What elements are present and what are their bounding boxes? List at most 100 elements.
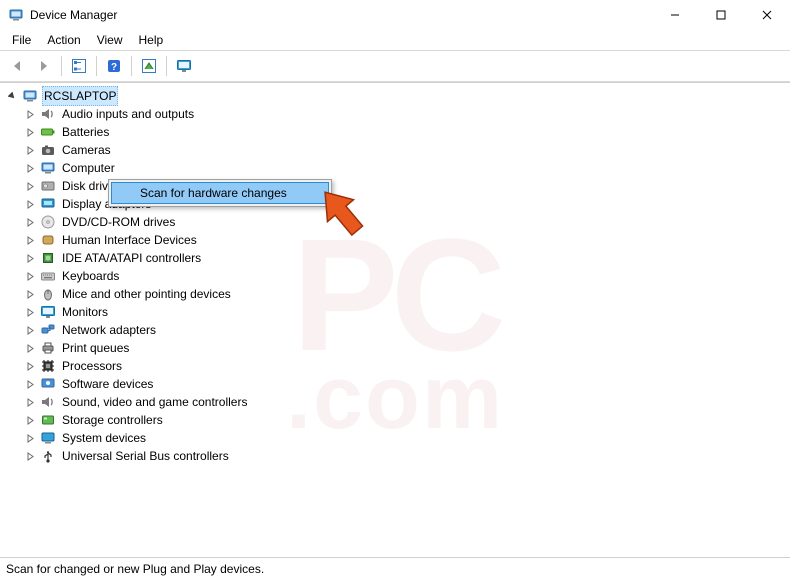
- storage-controller-icon: [40, 412, 56, 428]
- tree-category-node[interactable]: Processors: [24, 357, 790, 375]
- statusbar-text: Scan for changed or new Plug and Play de…: [6, 562, 264, 576]
- tree-category-node[interactable]: Monitors: [24, 303, 790, 321]
- disclosure-collapsed-icon[interactable]: [24, 324, 36, 336]
- disclosure-collapsed-icon[interactable]: [24, 306, 36, 318]
- toolbar-scan-hardware-button[interactable]: [136, 54, 162, 78]
- tree-category-label: Batteries: [60, 123, 111, 141]
- tree-category-node[interactable]: Batteries: [24, 123, 790, 141]
- tree-category-node[interactable]: Keyboards: [24, 267, 790, 285]
- optical-drive-icon: [40, 214, 56, 230]
- toolbar-monitor-button[interactable]: [171, 54, 197, 78]
- tree-category-node[interactable]: Print queues: [24, 339, 790, 357]
- tree-category-label: Mice and other pointing devices: [60, 285, 233, 303]
- disclosure-collapsed-icon[interactable]: [24, 252, 36, 264]
- maximize-button[interactable]: [698, 0, 744, 30]
- disclosure-collapsed-icon[interactable]: [24, 360, 36, 372]
- toolbar-help-button[interactable]: [101, 54, 127, 78]
- statusbar: Scan for changed or new Plug and Play de…: [0, 558, 790, 580]
- device-manager-window: Device Manager File Action View Help: [0, 0, 790, 580]
- window-controls: [652, 0, 790, 30]
- tree-category-node[interactable]: Human Interface Devices: [24, 231, 790, 249]
- menu-view[interactable]: View: [89, 31, 131, 49]
- toolbar-separator: [96, 56, 97, 76]
- tree-category-node[interactable]: Mice and other pointing devices: [24, 285, 790, 303]
- mouse-icon: [40, 286, 56, 302]
- tree-category-node[interactable]: Software devices: [24, 375, 790, 393]
- tree-category-node[interactable]: DVD/CD-ROM drives: [24, 213, 790, 231]
- titlebar: Device Manager: [0, 0, 790, 30]
- disclosure-collapsed-icon[interactable]: [24, 126, 36, 138]
- disclosure-collapsed-icon[interactable]: [24, 432, 36, 444]
- toolbar: [0, 51, 790, 81]
- sound-controller-icon: [40, 394, 56, 410]
- disclosure-collapsed-icon[interactable]: [24, 450, 36, 462]
- disclosure-collapsed-icon[interactable]: [24, 378, 36, 390]
- tree-category-label: System devices: [60, 429, 148, 447]
- tree-category-label: IDE ATA/ATAPI controllers: [60, 249, 203, 267]
- display-adapter-icon: [40, 196, 56, 212]
- camera-icon: [40, 142, 56, 158]
- menu-action[interactable]: Action: [39, 31, 88, 49]
- context-menu: Scan for hardware changes: [108, 179, 332, 207]
- tree-category-label: Storage controllers: [60, 411, 165, 429]
- toolbar-show-hide-tree-button[interactable]: [66, 54, 92, 78]
- toolbar-forward-button[interactable]: [31, 54, 57, 78]
- tree-category-label: Software devices: [60, 375, 155, 393]
- disclosure-collapsed-icon[interactable]: [24, 342, 36, 354]
- tree-category-node[interactable]: IDE ATA/ATAPI controllers: [24, 249, 790, 267]
- computer-icon: [22, 88, 38, 104]
- disclosure-collapsed-icon[interactable]: [24, 108, 36, 120]
- close-button[interactable]: [744, 0, 790, 30]
- menu-file[interactable]: File: [4, 31, 39, 49]
- usb-icon: [40, 448, 56, 464]
- device-tree: RCSLAPTOP Audio inputs and outputsBatter…: [6, 87, 790, 465]
- tree-category-label: Monitors: [60, 303, 110, 321]
- disclosure-collapsed-icon[interactable]: [24, 162, 36, 174]
- tree-category-label: Sound, video and game controllers: [60, 393, 249, 411]
- disclosure-collapsed-icon[interactable]: [24, 180, 36, 192]
- hid-icon: [40, 232, 56, 248]
- printer-icon: [40, 340, 56, 356]
- tree-root-node[interactable]: RCSLAPTOP: [6, 87, 790, 105]
- software-device-icon: [40, 376, 56, 392]
- disclosure-expanded-icon[interactable]: [6, 90, 18, 102]
- window-title: Device Manager: [30, 8, 652, 22]
- tree-category-node[interactable]: Storage controllers: [24, 411, 790, 429]
- menubar: File Action View Help: [0, 30, 790, 50]
- disclosure-collapsed-icon[interactable]: [24, 270, 36, 282]
- disclosure-collapsed-icon[interactable]: [24, 396, 36, 408]
- disclosure-collapsed-icon[interactable]: [24, 198, 36, 210]
- disclosure-collapsed-icon[interactable]: [24, 288, 36, 300]
- tree-category-label: Audio inputs and outputs: [60, 105, 196, 123]
- menu-help[interactable]: Help: [131, 31, 172, 49]
- speaker-icon: [40, 106, 56, 122]
- tree-category-label: Network adapters: [60, 321, 158, 339]
- minimize-button[interactable]: [652, 0, 698, 30]
- context-menu-scan-hardware[interactable]: Scan for hardware changes: [111, 182, 329, 204]
- tree-category-node[interactable]: Computer: [24, 159, 790, 177]
- tree-category-label: Human Interface Devices: [60, 231, 199, 249]
- battery-icon: [40, 124, 56, 140]
- tree-category-node[interactable]: System devices: [24, 429, 790, 447]
- tree-category-node[interactable]: Universal Serial Bus controllers: [24, 447, 790, 465]
- toolbar-separator: [131, 56, 132, 76]
- monitor-icon: [40, 304, 56, 320]
- tree-category-node[interactable]: Cameras: [24, 141, 790, 159]
- tree-root-label: RCSLAPTOP: [42, 86, 118, 106]
- tree-category-node[interactable]: Network adapters: [24, 321, 790, 339]
- tree-category-label: Universal Serial Bus controllers: [60, 447, 231, 465]
- disclosure-collapsed-icon[interactable]: [24, 144, 36, 156]
- disclosure-collapsed-icon[interactable]: [24, 234, 36, 246]
- device-tree-pane[interactable]: PC .com RCSLAPTOP Audio inputs and outpu…: [0, 82, 790, 558]
- app-icon: [8, 7, 24, 23]
- tree-category-label: Computer: [60, 159, 117, 177]
- system-device-icon: [40, 430, 56, 446]
- tree-category-node[interactable]: Audio inputs and outputs: [24, 105, 790, 123]
- disclosure-collapsed-icon[interactable]: [24, 414, 36, 426]
- tree-category-node[interactable]: Sound, video and game controllers: [24, 393, 790, 411]
- tree-category-label: Processors: [60, 357, 124, 375]
- disclosure-collapsed-icon[interactable]: [24, 216, 36, 228]
- toolbar-separator: [166, 56, 167, 76]
- tree-category-label: DVD/CD-ROM drives: [60, 213, 177, 231]
- toolbar-back-button[interactable]: [4, 54, 30, 78]
